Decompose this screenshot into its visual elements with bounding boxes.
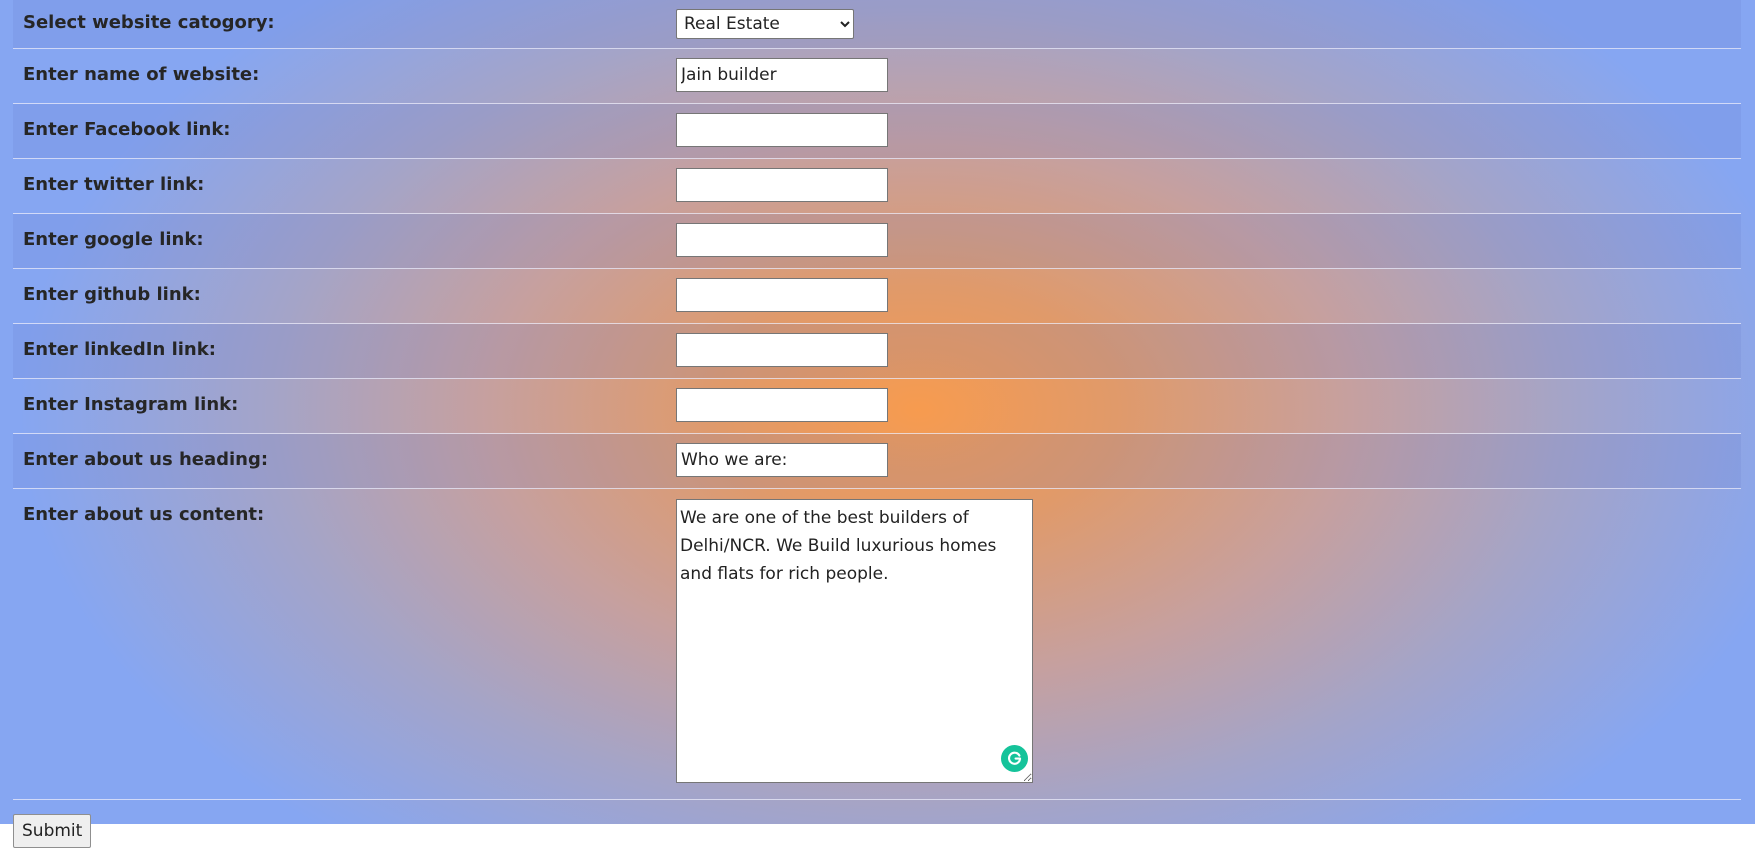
- google-row: Enter google link:: [13, 214, 1741, 269]
- about-heading-row: Enter about us heading:: [13, 434, 1741, 489]
- category-select[interactable]: Real Estate: [676, 9, 854, 39]
- category-label: Select website catogory:: [23, 12, 275, 33]
- website-name-row: Enter name of website:: [13, 49, 1741, 104]
- about-heading-input[interactable]: [676, 443, 888, 477]
- twitter-input[interactable]: [676, 168, 888, 202]
- about-content-row: Enter about us content: We are one of th…: [13, 489, 1741, 800]
- twitter-row: Enter twitter link:: [13, 159, 1741, 214]
- about-content-label: Enter about us content:: [23, 504, 265, 525]
- instagram-row: Enter Instagram link:: [13, 379, 1741, 434]
- grammarly-g-icon[interactable]: [1001, 745, 1028, 772]
- website-form: Select website catogory: Real Estate Ent…: [13, 0, 1741, 800]
- facebook-label: Enter Facebook link:: [23, 119, 231, 140]
- github-label: Enter github link:: [23, 284, 201, 305]
- linkedin-label: Enter linkedIn link:: [23, 339, 216, 360]
- linkedin-row: Enter linkedIn link:: [13, 324, 1741, 379]
- instagram-label: Enter Instagram link:: [23, 394, 239, 415]
- category-row: Select website catogory: Real Estate: [13, 0, 1741, 49]
- google-label: Enter google link:: [23, 229, 204, 250]
- github-row: Enter github link:: [13, 269, 1741, 324]
- facebook-row: Enter Facebook link:: [13, 104, 1741, 159]
- about-content-textarea[interactable]: We are one of the best builders of Delhi…: [676, 499, 1033, 783]
- website-name-label: Enter name of website:: [23, 64, 260, 85]
- submit-button[interactable]: Submit: [13, 814, 92, 848]
- github-input[interactable]: [676, 278, 888, 312]
- instagram-input[interactable]: [676, 388, 888, 422]
- facebook-input[interactable]: [676, 113, 888, 147]
- about-heading-label: Enter about us heading:: [23, 449, 269, 470]
- website-name-input[interactable]: [676, 58, 888, 92]
- google-input[interactable]: [676, 223, 888, 257]
- twitter-label: Enter twitter link:: [23, 174, 205, 195]
- linkedin-input[interactable]: [676, 333, 888, 367]
